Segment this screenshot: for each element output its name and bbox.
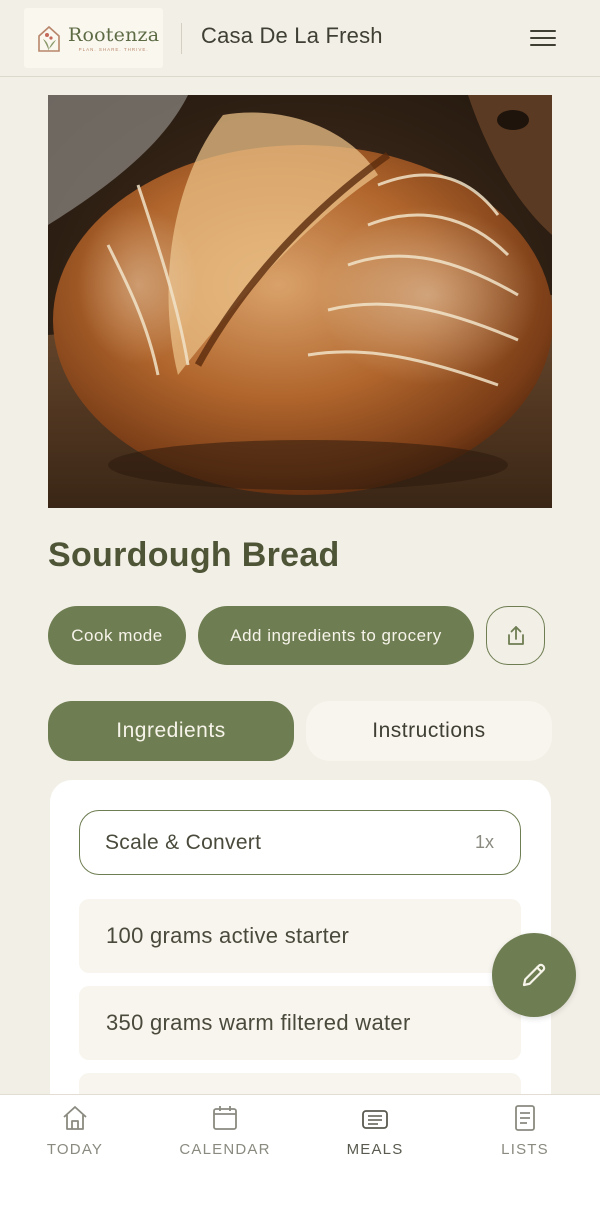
meals-tray-icon	[362, 1110, 388, 1129]
tab-instructions[interactable]: Instructions	[306, 701, 552, 761]
nav-meals[interactable]: MEALS	[300, 1103, 450, 1173]
scale-convert-button[interactable]: Scale & Convert 1x	[79, 810, 521, 875]
share-button[interactable]	[486, 606, 545, 665]
nav-label-meals: MEALS	[346, 1141, 404, 1158]
header-divider	[181, 23, 182, 54]
pencil-edit-icon	[522, 963, 546, 987]
ingredients-card: Scale & Convert 1x 100 grams active star…	[50, 780, 551, 1147]
sourdough-loaf-image	[48, 95, 552, 508]
house-leaf-logo-icon	[38, 25, 60, 52]
household-title: Casa De La Fresh	[201, 23, 383, 48]
hamburger-menu-button[interactable]	[526, 24, 560, 54]
nav-label-today: TODAY	[46, 1141, 104, 1158]
add-to-grocery-button[interactable]: Add ingredients to grocery	[198, 606, 474, 665]
nav-calendar[interactable]: CALENDAR	[150, 1103, 300, 1173]
tab-ingredients[interactable]: Ingredients	[48, 701, 294, 761]
scale-label: Scale & Convert	[105, 830, 262, 854]
edit-recipe-button[interactable]	[492, 933, 576, 1017]
ingredient-item[interactable]: 350 grams warm filtered water	[79, 986, 521, 1060]
nav-label-lists: LISTS	[501, 1141, 549, 1158]
recipe-image	[48, 95, 552, 508]
recipe-title: Sourdough Bread	[48, 536, 340, 574]
ingredient-item[interactable]: 100 grams active starter	[79, 899, 521, 973]
cook-mode-button[interactable]: Cook mode	[48, 606, 186, 665]
list-document-icon	[515, 1105, 535, 1131]
bottom-navigation: TODAY CALENDAR MEALS LISTS	[0, 1094, 600, 1211]
logo-tagline: PLAN. SHARE. THRIVE.	[78, 47, 149, 52]
home-icon	[63, 1106, 87, 1130]
scale-value: 1x	[474, 832, 494, 852]
share-icon	[507, 625, 524, 645]
nav-lists[interactable]: LISTS	[450, 1103, 600, 1173]
calendar-icon	[213, 1106, 237, 1130]
app-header: Rootenza PLAN. SHARE. THRIVE. Casa De La…	[0, 0, 600, 77]
nav-label-calendar: CALENDAR	[179, 1141, 271, 1158]
app-logo[interactable]: Rootenza PLAN. SHARE. THRIVE.	[24, 8, 163, 68]
hamburger-menu-icon	[530, 30, 556, 32]
logo-name: Rootenza	[68, 24, 160, 46]
nav-today[interactable]: TODAY	[0, 1103, 150, 1173]
